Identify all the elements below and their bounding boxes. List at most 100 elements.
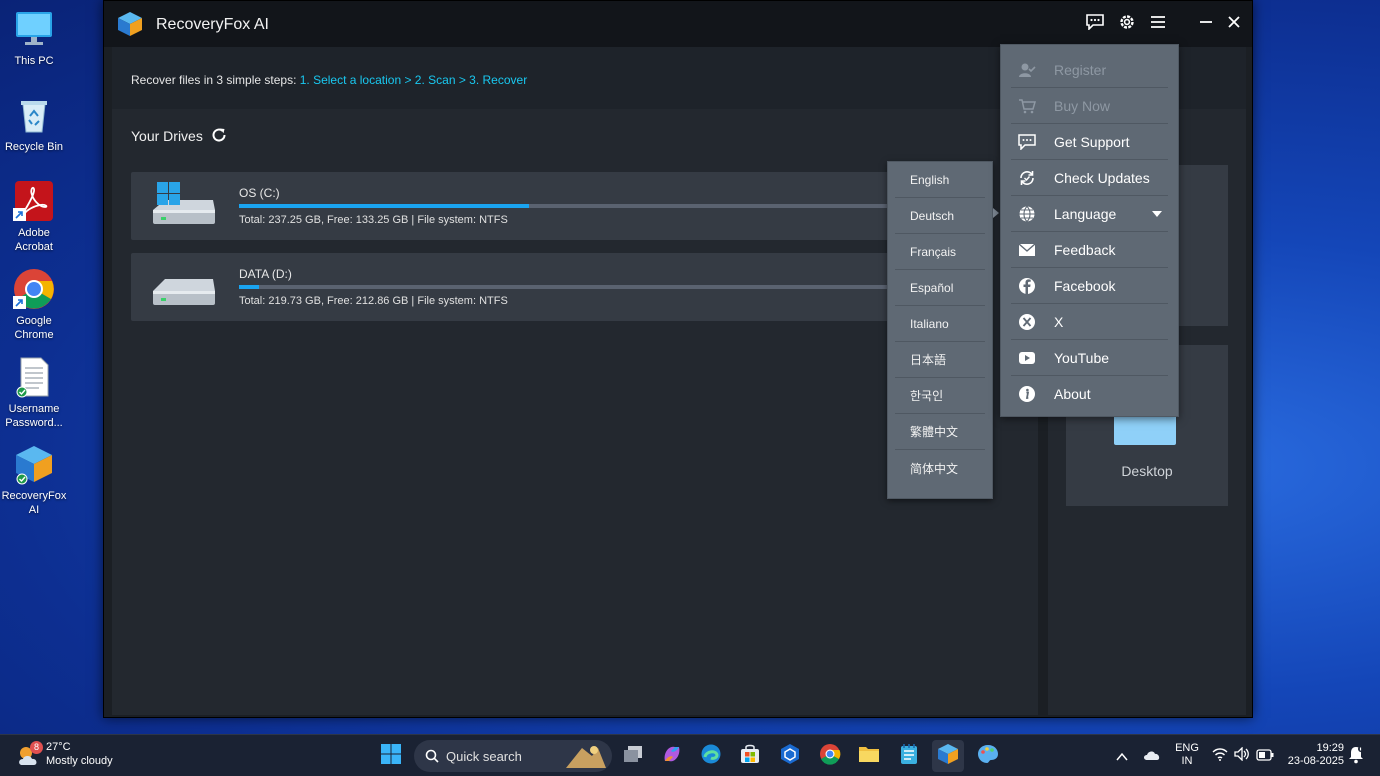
recoveryfox-icon xyxy=(937,743,959,770)
language-option[interactable]: 繁體中文 xyxy=(895,414,985,450)
desktop-icon-adobe-acrobat[interactable]: Adobe Acrobat xyxy=(0,180,68,254)
copilot-button[interactable] xyxy=(656,740,688,772)
desktop-icon-this-pc[interactable]: This PC xyxy=(0,8,68,68)
clock[interactable]: 19:29 23-08-2025 xyxy=(1282,742,1344,768)
chevron-down-icon xyxy=(1152,211,1162,217)
drive-name: OS (C:) xyxy=(239,186,280,200)
menu-item-get-support[interactable]: Get Support xyxy=(1011,124,1168,160)
drive-usage-bar xyxy=(239,204,899,208)
notepad-button[interactable] xyxy=(893,740,925,772)
main-menu: Register Buy Now Get Support Check Updat… xyxy=(1000,44,1179,417)
notification-badge: 8 xyxy=(30,741,43,754)
language-option[interactable]: Deutsch xyxy=(895,198,985,234)
menu-item-facebook[interactable]: Facebook xyxy=(1011,268,1168,304)
chat-icon xyxy=(1086,13,1104,35)
close-icon xyxy=(1227,15,1241,34)
task-view-button[interactable] xyxy=(617,740,649,772)
language-option[interactable]: Italiano xyxy=(895,306,985,342)
minimize-button[interactable] xyxy=(1191,9,1221,39)
language-submenu: English Deutsch Français Español Italian… xyxy=(887,161,993,499)
desktop-icon-username-password[interactable]: Username Password... xyxy=(0,356,68,430)
start-button[interactable] xyxy=(375,740,407,772)
notification-bell-icon[interactable] xyxy=(1348,746,1364,769)
windows-drive-icon xyxy=(151,180,217,232)
chevron-up-icon[interactable] xyxy=(1116,749,1128,767)
onedrive-icon[interactable] xyxy=(1143,748,1161,766)
menu-button[interactable] xyxy=(1143,9,1173,39)
text-file-icon xyxy=(13,356,55,398)
battery-icon[interactable] xyxy=(1256,748,1274,766)
chrome-icon xyxy=(819,743,841,770)
steps-text: Recover files in 3 simple steps: 1. Sele… xyxy=(131,73,527,87)
drive-card-c[interactable]: OS (C:) Total: 237.25 GB, Free: 133.25 G… xyxy=(131,172,931,240)
drive-card-d[interactable]: DATA (D:) Total: 219.73 GB, Free: 212.86… xyxy=(131,253,931,321)
acrobat-icon xyxy=(13,180,55,222)
language-code: ENG xyxy=(1175,742,1199,754)
feedback-button[interactable] xyxy=(1080,9,1110,39)
wifi-icon[interactable] xyxy=(1212,747,1228,766)
volume-icon[interactable] xyxy=(1234,746,1250,766)
desktop-icon-label: Adobe Acrobat xyxy=(15,227,53,253)
language-option[interactable]: English xyxy=(895,162,985,198)
globe-icon xyxy=(1017,204,1037,224)
cube-app-icon xyxy=(779,743,801,770)
windows-icon xyxy=(380,743,402,770)
language-option[interactable]: 한국인 xyxy=(895,378,985,414)
file-explorer-button[interactable] xyxy=(853,740,885,772)
notepad-icon xyxy=(899,743,919,770)
menu-item-about[interactable]: About xyxy=(1011,376,1168,412)
menu-item-x[interactable]: X xyxy=(1011,304,1168,340)
folder-icon xyxy=(858,744,880,769)
drive-info: Total: 237.25 GB, Free: 133.25 GB | File… xyxy=(239,214,508,226)
recoveryfox-icon xyxy=(13,443,55,485)
app-button[interactable] xyxy=(774,740,806,772)
menu-item-feedback[interactable]: Feedback xyxy=(1011,232,1168,268)
mail-icon xyxy=(1017,240,1037,260)
edge-button[interactable] xyxy=(695,740,727,772)
drive-info: Total: 219.73 GB, Free: 212.86 GB | File… xyxy=(239,295,508,307)
menu-item-buy-now[interactable]: Buy Now xyxy=(1011,88,1168,124)
app-title: RecoveryFox AI xyxy=(156,16,269,33)
facebook-icon xyxy=(1017,276,1037,296)
desktop-icon-label: This PC xyxy=(14,55,54,67)
menu-item-label: Get Support xyxy=(1054,133,1130,150)
hamburger-icon xyxy=(1150,15,1166,34)
input-language[interactable]: ENG IN xyxy=(1174,742,1200,768)
language-option[interactable]: Français xyxy=(895,234,985,270)
drive-usage-fill xyxy=(239,285,259,289)
info-icon xyxy=(1017,384,1037,404)
menu-item-language[interactable]: Language xyxy=(1011,196,1168,232)
clock-time: 19:29 xyxy=(1316,742,1344,754)
chat-icon xyxy=(1017,132,1037,152)
minimize-icon xyxy=(1199,15,1213,34)
taskbar-search[interactable]: Quick search xyxy=(414,740,612,772)
language-option[interactable]: 日本語 xyxy=(895,342,985,378)
paint-button[interactable] xyxy=(972,740,1004,772)
location-label: Desktop xyxy=(1121,463,1173,479)
menu-item-label: X xyxy=(1054,313,1064,330)
folder-icon xyxy=(1114,413,1176,445)
language-option[interactable]: Español xyxy=(895,270,985,306)
desktop-icon-recycle-bin[interactable]: Recycle Bin xyxy=(0,94,68,154)
refresh-icon[interactable] xyxy=(210,126,228,144)
recoveryfox-logo-icon xyxy=(116,10,144,38)
menu-item-check-updates[interactable]: Check Updates xyxy=(1011,160,1168,196)
steps-prefix: Recover files in 3 simple steps: xyxy=(131,73,300,87)
drives-title: Your Drives xyxy=(131,128,203,144)
search-icon xyxy=(425,749,439,768)
menu-item-register[interactable]: Register xyxy=(1011,52,1168,88)
desktop-icon-recoveryfox[interactable]: RecoveryFox AI xyxy=(0,443,68,517)
recoveryfox-taskbar-button[interactable] xyxy=(932,740,964,772)
desktop-icon-label: Username Password... xyxy=(5,403,63,429)
language-option[interactable]: 简体中文 xyxy=(895,450,985,486)
desktop-icon-google-chrome[interactable]: Google Chrome xyxy=(0,268,68,342)
menu-item-label: Check Updates xyxy=(1054,169,1150,186)
x-icon xyxy=(1017,312,1037,332)
menu-item-label: Feedback xyxy=(1054,241,1116,258)
close-button[interactable] xyxy=(1219,9,1249,39)
menu-item-youtube[interactable]: YouTube xyxy=(1011,340,1168,376)
settings-button[interactable] xyxy=(1112,9,1142,39)
chrome-taskbar-button[interactable] xyxy=(814,740,846,772)
store-button[interactable] xyxy=(734,740,766,772)
menu-item-label: About xyxy=(1054,386,1091,402)
